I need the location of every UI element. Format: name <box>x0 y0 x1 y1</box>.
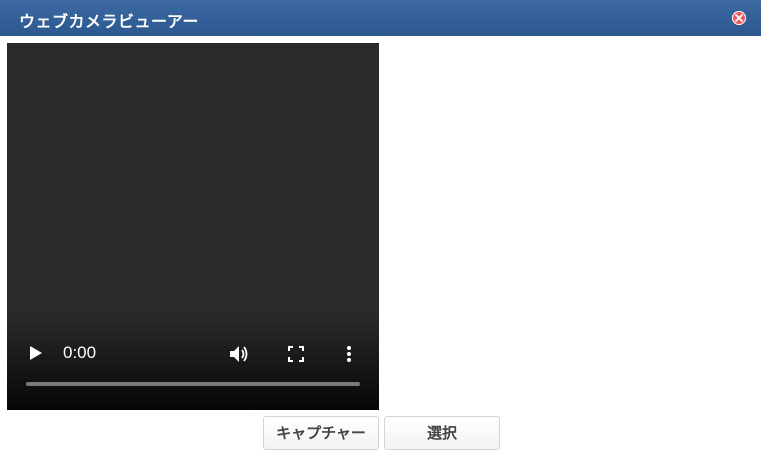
more-options-icon[interactable] <box>346 345 352 363</box>
select-button[interactable]: 選択 <box>384 416 500 450</box>
play-icon[interactable] <box>29 345 43 361</box>
capture-button[interactable]: キャプチャー <box>263 416 379 450</box>
volume-icon[interactable] <box>229 345 249 363</box>
current-time: 0:00 <box>63 343 97 362</box>
title-bar: ウェブカメラビューアー <box>0 0 761 36</box>
webcam-video[interactable]: 0:00 <box>7 43 379 410</box>
close-button[interactable] <box>732 11 746 25</box>
close-icon <box>735 14 743 22</box>
fullscreen-icon[interactable] <box>288 346 304 362</box>
webcam-viewer-window: ウェブカメラビューアー 0:00 キャプチャー 選択 <box>0 0 761 466</box>
window-title: ウェブカメラビューアー <box>19 12 199 31</box>
video-progress-bar[interactable] <box>26 382 360 386</box>
